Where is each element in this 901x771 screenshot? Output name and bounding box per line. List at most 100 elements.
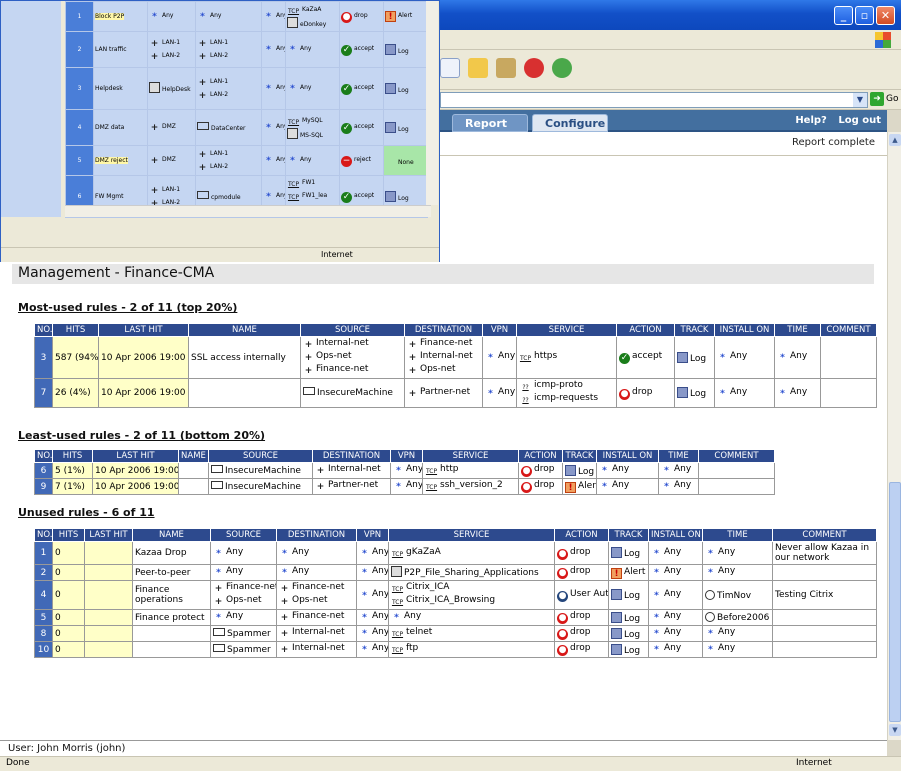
action-label: drop <box>632 386 653 397</box>
object-label: Any <box>162 12 174 19</box>
chart-icon[interactable] <box>496 58 516 78</box>
destination-cell: * Any <box>276 564 357 581</box>
scroll-down-icon[interactable]: ▼ <box>889 724 901 736</box>
logout-link[interactable]: Log out <box>838 115 881 126</box>
object-item: * Any <box>359 611 387 624</box>
name-cell <box>132 625 211 642</box>
object-label: icmp-proto <box>534 380 583 390</box>
source-cell: Spammer <box>210 641 277 658</box>
object-item: * Any <box>391 611 552 624</box>
service-cell: * Any <box>388 609 555 626</box>
tab-configure[interactable]: Configure <box>532 114 608 132</box>
table-row[interactable]: 4 0 Finance operations + Finance-net + Ops-net… <box>34 580 877 610</box>
chevron-down-icon[interactable]: ▼ <box>853 93 867 107</box>
object-item: * Any <box>393 464 421 477</box>
object-label: Spammer <box>227 628 271 639</box>
action-cell: ● drop <box>554 541 609 565</box>
rule-name-cell: DMZ reject <box>93 145 148 176</box>
minimize-icon[interactable]: _ <box>834 6 853 25</box>
go-button[interactable]: ➜ Go <box>870 92 898 106</box>
address-input[interactable]: ▼ <box>440 92 868 108</box>
track-cell: Log <box>608 625 649 642</box>
left-pane <box>1 1 61 217</box>
any-icon: * <box>654 645 659 655</box>
table-row[interactable]: 9 7 (1%) 10 Apr 2006 19:00 InsecureMachine +… <box>34 478 775 495</box>
any-icon: * <box>720 388 725 399</box>
object-item: * Any <box>705 627 770 640</box>
unused-title: Unused rules - 6 of 11 <box>18 506 155 519</box>
help-link[interactable]: Help? <box>795 115 827 126</box>
any-icon: * <box>708 629 713 639</box>
action-cell: ● drop <box>554 625 609 642</box>
table-row[interactable]: 8 0 Spammer + Internal-net * Any TCP telnet ● drop… <box>34 625 877 642</box>
track-label: Log <box>690 389 707 399</box>
rule-number-label: 5 <box>40 612 47 623</box>
service-cell: TCP gKaZaA <box>388 541 555 565</box>
table-row[interactable]: 2 0 Peer-to-peer * Any * Any * Any P2P_File_Shari… <box>34 564 877 581</box>
column-header: NAME <box>178 449 209 463</box>
folder-icon[interactable] <box>468 58 488 78</box>
object-label: Ops-net <box>420 364 456 374</box>
object-label: DMZ <box>162 123 176 130</box>
scroll-thumb[interactable] <box>889 482 901 722</box>
table-row[interactable]: 5 0 Finance protect * Any + Finance-net * Any * An… <box>34 609 877 626</box>
object-item: ?? icmp-proto <box>519 380 614 393</box>
any-icon: * <box>488 353 493 363</box>
rule-row[interactable]: 4 DMZ data +DMZ DataCenter * AnyTCPMySQL MS-SQ… <box>65 109 428 146</box>
vpn-cell: * Any <box>261 31 286 68</box>
hits-label: 0 <box>55 567 61 578</box>
action-cell: ●User Auth <box>554 580 609 610</box>
object-item: + LAN-1 <box>197 37 260 50</box>
source-cell: HelpDesk <box>147 67 196 110</box>
install-on-cell: * Any <box>648 564 703 581</box>
table-row[interactable]: 7 26 (4%) 10 Apr 2006 19:00 InsecureMachine… <box>34 378 877 408</box>
destination-cell: + Partner-net <box>404 378 483 408</box>
rule-row[interactable]: 1Block P2P*Any*Any*AnyTCPKaZaAeDonkey●dr… <box>65 1 428 32</box>
time-icon <box>705 612 715 622</box>
tab-report[interactable]: Report <box>452 114 528 132</box>
rule-number: 8 <box>34 625 53 642</box>
any-icon: * <box>780 388 785 399</box>
action-label: accept <box>354 191 375 199</box>
table-row[interactable]: 3 587 (94%) 10 Apr 2006 19:00 SSL access in… <box>34 336 877 379</box>
maximize-icon[interactable]: ▫ <box>855 6 874 25</box>
source-cell: + Finance-net + Ops-net <box>210 580 277 610</box>
rule-row[interactable]: 3HelpdeskHelpDesk+LAN-1+LAN-2*Any*Any✓ac… <box>65 67 428 110</box>
column-header: SERVICE <box>388 528 555 542</box>
object-item: MS-SQL <box>287 127 338 141</box>
drop-icon: ● <box>557 548 568 560</box>
action-cell: ● drop <box>554 609 609 626</box>
any-icon: * <box>216 568 221 578</box>
log-icon <box>385 121 396 133</box>
scroll-up-icon[interactable]: ▲ <box>889 134 901 146</box>
network-icon: + <box>408 353 417 363</box>
table-row[interactable]: 1 0 Kazaa Drop * Any * Any * Any TCP gKaZaA ● drop Lo… <box>34 541 877 565</box>
rule-name-cell: Helpdesk <box>93 67 148 110</box>
action-label: accept <box>354 83 375 91</box>
any-icon: * <box>664 466 669 476</box>
rule-number: 5 <box>65 145 94 176</box>
table-row[interactable]: 6 5 (1%) 10 Apr 2006 19:00 InsecureMachine +… <box>34 462 775 479</box>
messenger-icon[interactable] <box>524 58 544 78</box>
go-arrow-icon: ➜ <box>870 92 884 106</box>
track-cell: Log <box>608 641 649 658</box>
rule-row[interactable]: 5DMZ reject+DMZ+LAN-1+LAN-2*Any*Any−reje… <box>65 145 428 176</box>
column-header: COMMENT <box>698 449 775 463</box>
front-scrollbar-v[interactable] <box>426 1 438 205</box>
vpn-cell: * Any <box>390 462 423 479</box>
drop-icon: ● <box>341 11 352 23</box>
column-header: SOURCE <box>208 449 313 463</box>
action-label: drop <box>570 627 591 637</box>
object-label: Finance-net <box>316 364 369 374</box>
object-label: Any <box>276 12 285 19</box>
users-icon[interactable] <box>552 58 572 78</box>
report-scrollbar[interactable]: ▲ ▼ <box>887 132 901 740</box>
word-icon[interactable] <box>440 58 460 78</box>
table-row[interactable]: 10 0 Spammer + Internal-net * Any TCP ftp ● drop Lo… <box>34 641 877 658</box>
object-item: * Any <box>705 643 770 656</box>
hits-label: 0 <box>55 628 61 639</box>
rule-row[interactable]: 2LAN traffic+LAN-1+LAN-2+LAN-1+LAN-2*Any… <box>65 31 428 68</box>
time-cell: * Any <box>774 378 821 408</box>
close-icon[interactable]: ✕ <box>876 6 895 25</box>
front-scrollbar-h[interactable] <box>65 205 431 217</box>
